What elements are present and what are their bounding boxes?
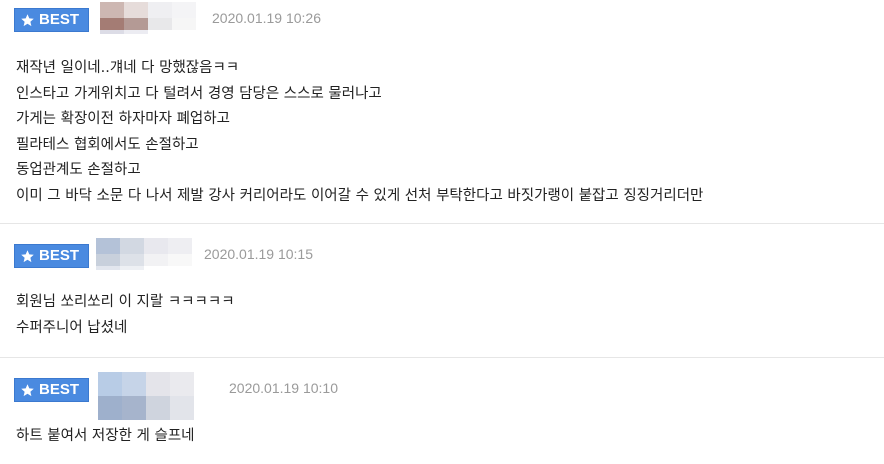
- comment-item: BEST 2020.01.19 10:15 회원님 쏘리쏘리 이 지랄 ㅋㅋㅋㅋ…: [0, 224, 884, 358]
- star-icon: [21, 249, 34, 262]
- avatar[interactable]: [100, 2, 196, 34]
- comment-line: 하트 붙여서 저장한 게 슬프네: [16, 428, 195, 444]
- best-badge: BEST: [14, 244, 89, 268]
- best-badge: BEST: [14, 378, 89, 402]
- comment-line: 재작년 일이네..걔네 다 망했잖음ㅋㅋ: [16, 60, 240, 76]
- comment-line: 인스타고 가게위치고 다 털려서 경영 담당은 스스로 물러나고: [16, 85, 382, 102]
- comment-body: 재작년 일이네..걔네 다 망했잖음ㅋㅋ 인스타고 가게위치고 다 털려서 경영…: [16, 56, 703, 209]
- comment-body: 하트 붙여서 저장한 게 슬프네: [16, 424, 195, 450]
- badge-label: BEST: [39, 11, 80, 28]
- badge-label: BEST: [39, 247, 80, 264]
- comment-line: 이미 그 바닥 소문 다 나서 제발 강사 커리어라도 이어갈 수 있게 선처 …: [16, 187, 704, 204]
- comment-line: 필라테스 협회에서도 손절하고: [16, 136, 199, 153]
- avatar[interactable]: [98, 372, 194, 420]
- comment-item: BEST 2020.01.19 10:26 재작년 일이네..걔네 다 망했잖음…: [0, 0, 884, 224]
- comment-line: 가게는 확장이전 하자마자 폐업하고: [16, 111, 230, 127]
- star-icon: [21, 13, 34, 26]
- comment-body: 회원님 쏘리쏘리 이 지랄 ㅋㅋㅋㅋㅋ 수퍼주니어 납셨네: [16, 290, 235, 341]
- comment-timestamp: 2020.01.19 10:10: [229, 380, 338, 396]
- comment-line: 동업관계도 손절하고: [16, 162, 141, 178]
- comment-timestamp: 2020.01.19 10:26: [212, 10, 321, 26]
- comment-line: 회원님 쏘리쏘리 이 지랄 ㅋㅋㅋㅋㅋ: [16, 294, 235, 310]
- star-icon: [21, 383, 34, 396]
- best-badge: BEST: [14, 8, 89, 32]
- comment-item: BEST 2020.01.19 10:10 하트 붙여서 저장한 게 슬프네: [0, 358, 884, 464]
- avatar[interactable]: [96, 238, 192, 270]
- comment-timestamp: 2020.01.19 10:15: [204, 246, 313, 262]
- badge-label: BEST: [39, 381, 80, 398]
- comment-line: 수퍼주니어 납셨네: [16, 319, 128, 336]
